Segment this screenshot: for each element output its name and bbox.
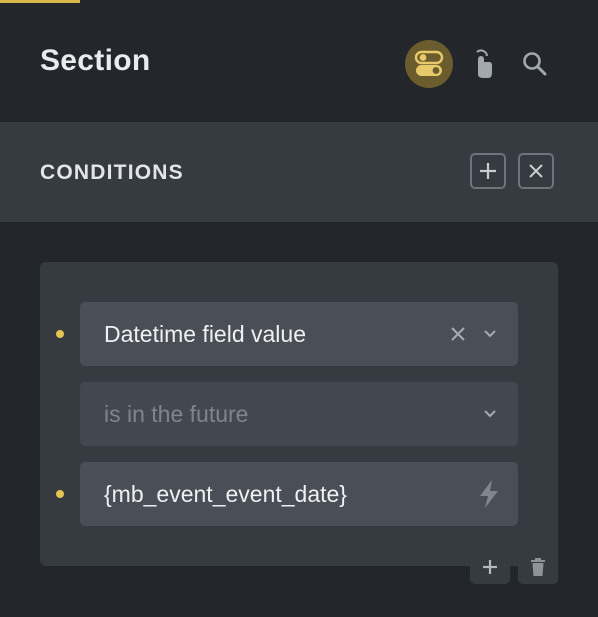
close-conditions-button[interactable] [518,153,554,189]
condition-field-select[interactable]: Datetime field value [80,302,518,366]
touch-icon[interactable] [458,40,506,88]
condition-operator-select[interactable]: is in the future [80,382,518,446]
condition-card: Datetime field value is in the future {m… [40,262,558,584]
plus-icon [480,163,496,179]
chevron-down-icon[interactable] [478,402,502,426]
panel-title: Section [40,44,151,77]
operator-placeholder: is in the future [104,401,249,427]
conditions-title: CONDITIONS [40,161,184,184]
conditions-section-bar: CONDITIONS [0,122,598,222]
value-indicator-dot [56,490,64,498]
trash-icon [531,558,545,576]
plus-icon [483,560,497,574]
add-condition-group-button[interactable] [470,153,506,189]
add-condition-button[interactable] [470,550,510,584]
toggles-icon[interactable] [405,40,453,88]
dynamic-data-bolt-icon[interactable] [476,479,502,509]
condition-value: {mb_event_event_date} [104,481,347,507]
active-tab-indicator [0,0,80,3]
clear-icon[interactable] [446,322,470,346]
condition-field-value: Datetime field value [104,321,306,347]
search-icon[interactable] [511,40,559,88]
chevron-down-icon[interactable] [478,322,502,346]
panel-header: Section [0,0,598,122]
delete-condition-button[interactable] [518,550,558,584]
condition-value-input[interactable]: {mb_event_event_date} [80,462,518,526]
close-icon [529,164,543,178]
field-indicator-dot [56,330,64,338]
